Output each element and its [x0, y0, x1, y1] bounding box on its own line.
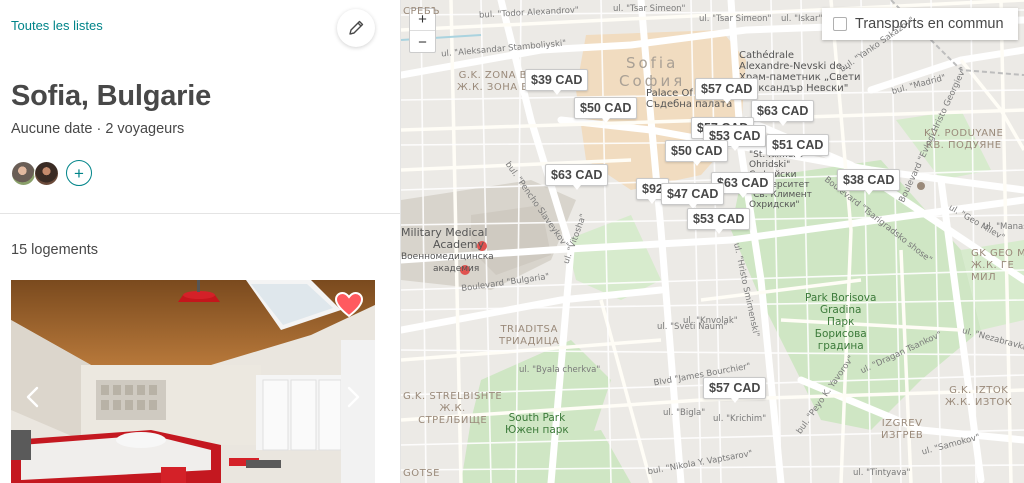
price-pin[interactable]: $53 CAD — [687, 208, 751, 234]
price-pin[interactable]: $57 CAD — [695, 78, 759, 104]
street-label: ul. "Byala cherkva" — [519, 365, 601, 375]
place-label: Охридски" — [749, 200, 800, 210]
district-label: КВ. ПОДУЯНЕ — [925, 140, 1002, 151]
park-label: Южен парк — [505, 424, 569, 436]
price-pin[interactable]: $38 CAD — [837, 169, 901, 195]
district-label: G.K. ZONA B — [458, 70, 528, 81]
pencil-icon — [349, 20, 364, 35]
district-label: ИЗГРЕВ — [881, 430, 924, 441]
map[interactable]: + − Transports en commun Sofia София G.K… — [401, 0, 1024, 483]
district-label: IZGREV — [881, 418, 923, 429]
district-label: Ж.К. ГЕ — [971, 260, 1015, 271]
district-label: GK GEO M — [971, 248, 1024, 259]
place-south-park: South Park Южен парк — [505, 412, 569, 436]
street-label: ul. "Manastir" — [983, 222, 1024, 232]
park-label: Gradina — [819, 304, 862, 316]
place-label: Съдебна палата — [646, 99, 733, 110]
street-label: ul. "Krichim" — [713, 414, 767, 424]
district-label: ТРИАДИЦА — [499, 336, 560, 347]
guest-avatars: + — [11, 160, 92, 186]
all-lists-link[interactable]: Toutes les listes — [11, 18, 103, 33]
district-triaditsa: TRIADITSA ТРИАДИЦА — [499, 324, 559, 348]
chevron-left-icon[interactable] — [23, 385, 43, 409]
street-label: ul. "Tsar Simeon" — [613, 4, 686, 14]
plus-icon: + — [74, 163, 84, 183]
district-label: МИЛ — [971, 272, 997, 283]
district-srebro: СРЕБЪ — [403, 6, 440, 18]
divider — [0, 213, 401, 214]
place-military-academy: Military Medical Academy Военномедицинск… — [401, 227, 494, 275]
list-panel: Toutes les listes Sofia, Bulgarie Aucune… — [0, 0, 401, 483]
district-label: GOTSE — [403, 468, 440, 479]
price-pin[interactable]: $63 CAD — [751, 100, 815, 126]
park-label: South Park — [508, 412, 566, 424]
listing-photo[interactable] — [11, 280, 375, 483]
district-geo-milev: GK GEO M Ж.К. ГЕ МИЛ — [971, 248, 1024, 284]
place-label: Academy — [433, 238, 485, 251]
trip-details: Aucune date · 2 voyageurs — [11, 121, 185, 137]
transit-label: Transports en commun — [855, 16, 1004, 32]
place-label: Военномедицинска — [401, 252, 494, 262]
street-label: ul. "Tsar Simeon" — [699, 14, 772, 24]
place-label: академия — [433, 264, 480, 274]
avatar[interactable] — [11, 160, 36, 186]
street-label: ul. "Tintyava" — [853, 468, 911, 478]
avatar[interactable] — [34, 160, 59, 186]
page-title: Sofia, Bulgarie — [11, 80, 212, 112]
price-pin[interactable]: $63 CAD — [545, 164, 609, 190]
price-pin[interactable]: $50 CAD — [665, 140, 729, 166]
park-label: Борисова — [814, 328, 867, 340]
place-park-borisova: Park Borisova Gradina Парк Борисова град… — [805, 292, 876, 352]
district-label: Ж.К. — [439, 403, 466, 414]
city-name-latin: Sofia — [625, 54, 679, 72]
price-pin[interactable]: $39 CAD — [525, 69, 589, 95]
district-label: Ж.К. ИЗТОК — [945, 397, 1013, 408]
district-label: G.K. STRELBISHTE — [403, 391, 503, 402]
heart-icon[interactable] — [335, 292, 363, 318]
street-label: ul. "Iskar" — [781, 14, 823, 24]
district-iztok: G.K. IZTOK Ж.К. ИЗТОК — [945, 385, 1012, 409]
place-label: Ohridski" — [749, 160, 791, 170]
district-label: TRIADITSA — [500, 324, 558, 335]
district-gotse: GOTSE — [403, 468, 440, 480]
chevron-right-icon[interactable] — [343, 385, 363, 409]
city-name: Sofia София — [619, 54, 685, 90]
transit-toggle[interactable]: Transports en commun — [822, 8, 1018, 40]
district-strelbishte: G.K. STRELBISHTE Ж.К. СТРЕЛБИЩЕ — [403, 391, 502, 427]
zoom-out-button[interactable]: − — [410, 31, 435, 53]
district-izgrev: IZGREV ИЗГРЕВ — [881, 418, 923, 442]
price-pin[interactable]: $57 CAD — [703, 377, 767, 403]
park-label: Парк — [827, 316, 855, 328]
district-label: СРЕБЪ — [403, 6, 441, 17]
listing-count: 15 logements — [11, 242, 99, 258]
park-label: градина — [817, 340, 864, 352]
place-label: Cathédrale — [739, 50, 795, 61]
price-pin[interactable]: $51 CAD — [766, 134, 830, 160]
street-label: ul. "Bigla" — [663, 408, 706, 418]
transit-checkbox[interactable] — [833, 17, 847, 31]
price-pin[interactable]: $47 CAD — [661, 183, 725, 209]
district-zona-b: G.K. ZONA B Ж.К. ЗОНА Б — [457, 70, 529, 94]
price-pin[interactable]: $50 CAD — [574, 97, 638, 123]
district-label: G.K. IZTOK — [949, 385, 1009, 396]
edit-button[interactable] — [337, 9, 375, 47]
park-label: Park Borisova — [805, 292, 877, 304]
street-label: ul. "Sveti Naum" — [657, 322, 728, 332]
district-label: СТРЕЛБИЩЕ — [418, 415, 488, 426]
listing-photo-image — [11, 280, 375, 483]
district-label: Ж.К. ЗОНА Б — [457, 82, 529, 93]
add-guest-button[interactable]: + — [66, 160, 92, 186]
